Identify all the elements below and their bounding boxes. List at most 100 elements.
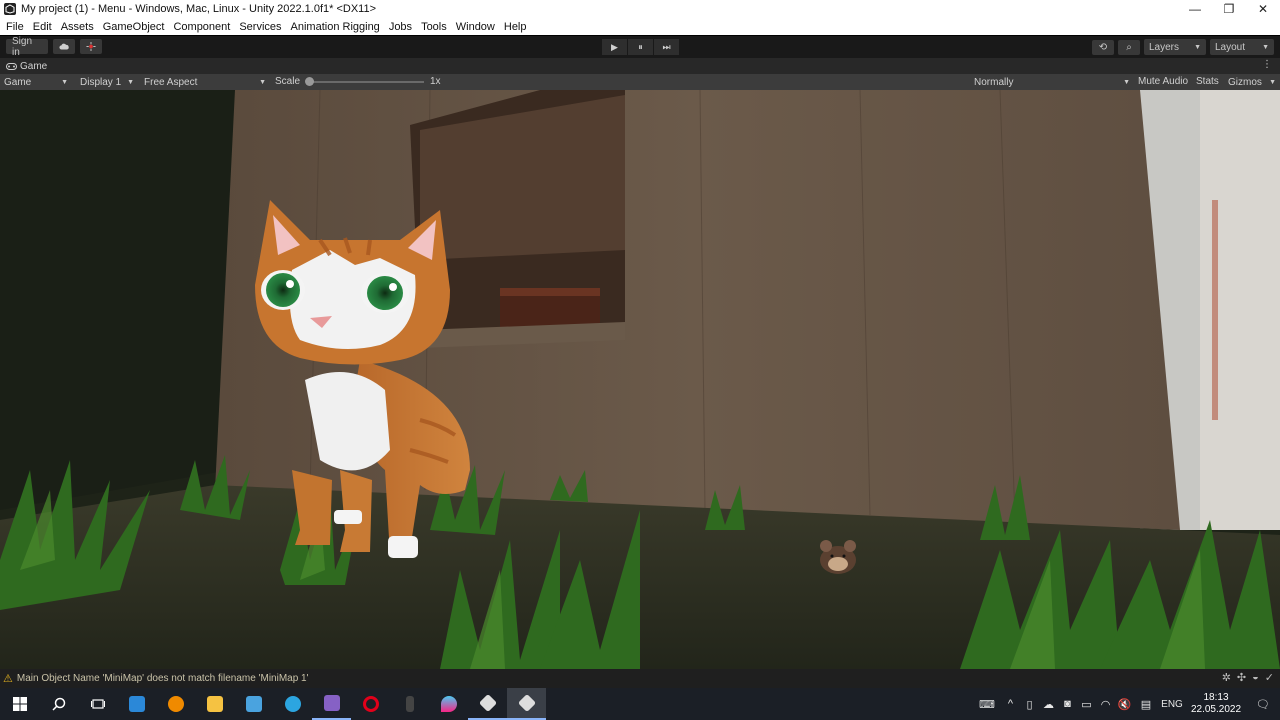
windows-start-icon [12,697,27,711]
menu-assets[interactable]: Assets [61,21,94,33]
chevron-down-icon: ▼ [127,78,134,86]
menu-window[interactable]: Window [456,21,495,33]
mail-icon [128,696,145,712]
pause-button[interactable]: ⏸ [628,39,653,55]
start-button[interactable] [0,688,39,720]
gamepad-icon [6,62,17,70]
step-button[interactable]: ⏭ [654,39,679,55]
onedrive-icon[interactable]: ☁ [1039,698,1058,711]
progress-icon[interactable]: ◒ [1252,671,1259,684]
notifications-icon[interactable]: 🗨 [1246,698,1280,711]
usb-icon[interactable]: ▯ [1020,698,1039,711]
menu-help[interactable]: Help [504,21,527,33]
visual-studio-app[interactable] [312,688,351,720]
vsync-dropdown[interactable]: Normally ▼ [970,74,1134,90]
battery-icon[interactable]: ▭ [1077,698,1096,711]
menu-tools[interactable]: Tools [421,21,447,33]
search-icon: ⌕ [1126,41,1132,53]
unity-hub-icon [478,693,497,713]
sign-in-button[interactable]: Sign in [6,36,48,58]
scale-slider-handle[interactable] [305,77,314,86]
aspect-label: Free Aspect [144,76,198,88]
mute-audio-toggle[interactable]: Mute Audio [1138,76,1188,87]
visual-studio-icon [323,695,340,711]
more-options-icon[interactable]: ⋮ [1262,59,1272,70]
play-controls: ▶ ⏸ ⏭ [602,39,680,55]
system-tray: ⌨ ^ ▯ ☁ ◙ ▭ ◠ 🔇 ▤ ENG 18:13 22.05.2022 🗨 [973,688,1280,720]
menu-gameobject[interactable]: GameObject [103,21,165,33]
clock[interactable]: 18:13 22.05.2022 [1186,692,1246,716]
file-explorer-icon [206,696,223,712]
game-scene [0,90,1280,669]
search-button[interactable]: ⌕ [1118,39,1140,55]
menu-file[interactable]: File [6,21,24,33]
menu-edit[interactable]: Edit [33,21,52,33]
generic-app[interactable] [390,688,429,720]
maximize-button[interactable]: ❐ [1212,0,1246,18]
dark-hill [0,90,240,510]
close-button[interactable]: ✕ [1246,0,1280,18]
tab-game[interactable]: Game [0,61,47,72]
cloud-button[interactable] [53,39,75,54]
input-method-icon[interactable]: ▤ [1134,698,1158,711]
menu-animation-rigging[interactable]: Animation Rigging [291,21,380,33]
task-view-button[interactable] [78,688,117,720]
scale-slider[interactable] [306,81,424,83]
gizmos-dropdown[interactable]: Gizmos ▼ [1224,74,1280,90]
chevron-down-icon: ▼ [1262,43,1269,51]
unity-editor-app[interactable] [507,688,546,720]
chevron-down-icon: ▼ [61,78,68,86]
keyboard-icon[interactable]: ⌨ [973,698,1001,711]
collab-status-icon[interactable]: ✣ [1237,671,1246,684]
volume-muted-icon[interactable]: 🔇 [1115,698,1134,711]
menu-component[interactable]: Component [173,21,230,33]
history-button[interactable]: ⟲ [1092,39,1114,55]
chevron-down-icon: ▼ [259,78,266,86]
avast-app[interactable] [156,688,195,720]
defender-icon[interactable]: ◙ [1058,698,1077,710]
telegram-icon [284,696,301,712]
opera-app[interactable] [351,688,390,720]
vsync-label: Normally [974,76,1014,88]
chevron-down-icon: ▼ [1123,78,1130,86]
console-status-bar[interactable]: ⚠ Main Object Name 'MiniMap' does not ma… [0,669,1280,688]
chevron-down-icon: ▼ [1194,43,1201,51]
debug-icon[interactable]: ✲ [1222,671,1231,684]
app-icon [405,696,414,712]
store-app[interactable] [234,688,273,720]
wifi-icon[interactable]: ◠ [1096,698,1115,711]
chevron-up-icon[interactable]: ^ [1001,698,1020,710]
status-message[interactable]: Main Object Name 'MiniMap' does not matc… [17,673,309,684]
collab-button[interactable] [80,39,102,54]
menu-jobs[interactable]: Jobs [389,21,412,33]
menu-services[interactable]: Services [239,21,281,33]
notification-check-icon[interactable]: ✓ [1265,671,1274,684]
language-indicator[interactable]: ENG [1158,699,1186,710]
taskbar-search-button[interactable] [39,688,78,720]
clock-date: 22.05.2022 [1190,704,1242,715]
layout-dropdown[interactable]: Layout ▼ [1210,39,1274,55]
display-label: Display 1 [80,76,122,88]
tab-game-label: Game [20,60,48,72]
chevron-down-icon: ▼ [1269,78,1276,86]
display-dropdown[interactable]: Display 1 ▼ [76,74,138,90]
window-title-bar: My project (1) - Menu - Windows, Mac, Li… [0,0,1280,18]
history-icon: ⟲ [1098,41,1108,53]
minimize-button[interactable]: — [1178,0,1212,18]
game-tab-header: Game ⋮ [0,58,1280,74]
warning-icon: ⚠ [3,673,13,685]
telegram-app[interactable] [273,688,312,720]
main-toolbar: Sign in ▶ ⏸ ⏭ ⟲ ⌕ Layers ▼ Layout ▼ [0,36,1280,58]
file-explorer-app[interactable] [195,688,234,720]
stats-toggle[interactable]: Stats [1196,76,1219,87]
task-view-icon [90,699,105,709]
layers-dropdown[interactable]: Layers ▼ [1144,39,1206,55]
opera-icon [362,696,379,712]
unity-hub-app[interactable] [468,688,507,720]
aspect-dropdown[interactable]: Free Aspect ▼ [140,74,270,90]
game-viewport[interactable] [0,90,1280,669]
mail-app[interactable] [117,688,156,720]
gradient-app[interactable] [429,688,468,720]
play-button[interactable]: ▶ [602,39,627,55]
game-mode-dropdown[interactable]: Game ▼ [0,74,72,90]
